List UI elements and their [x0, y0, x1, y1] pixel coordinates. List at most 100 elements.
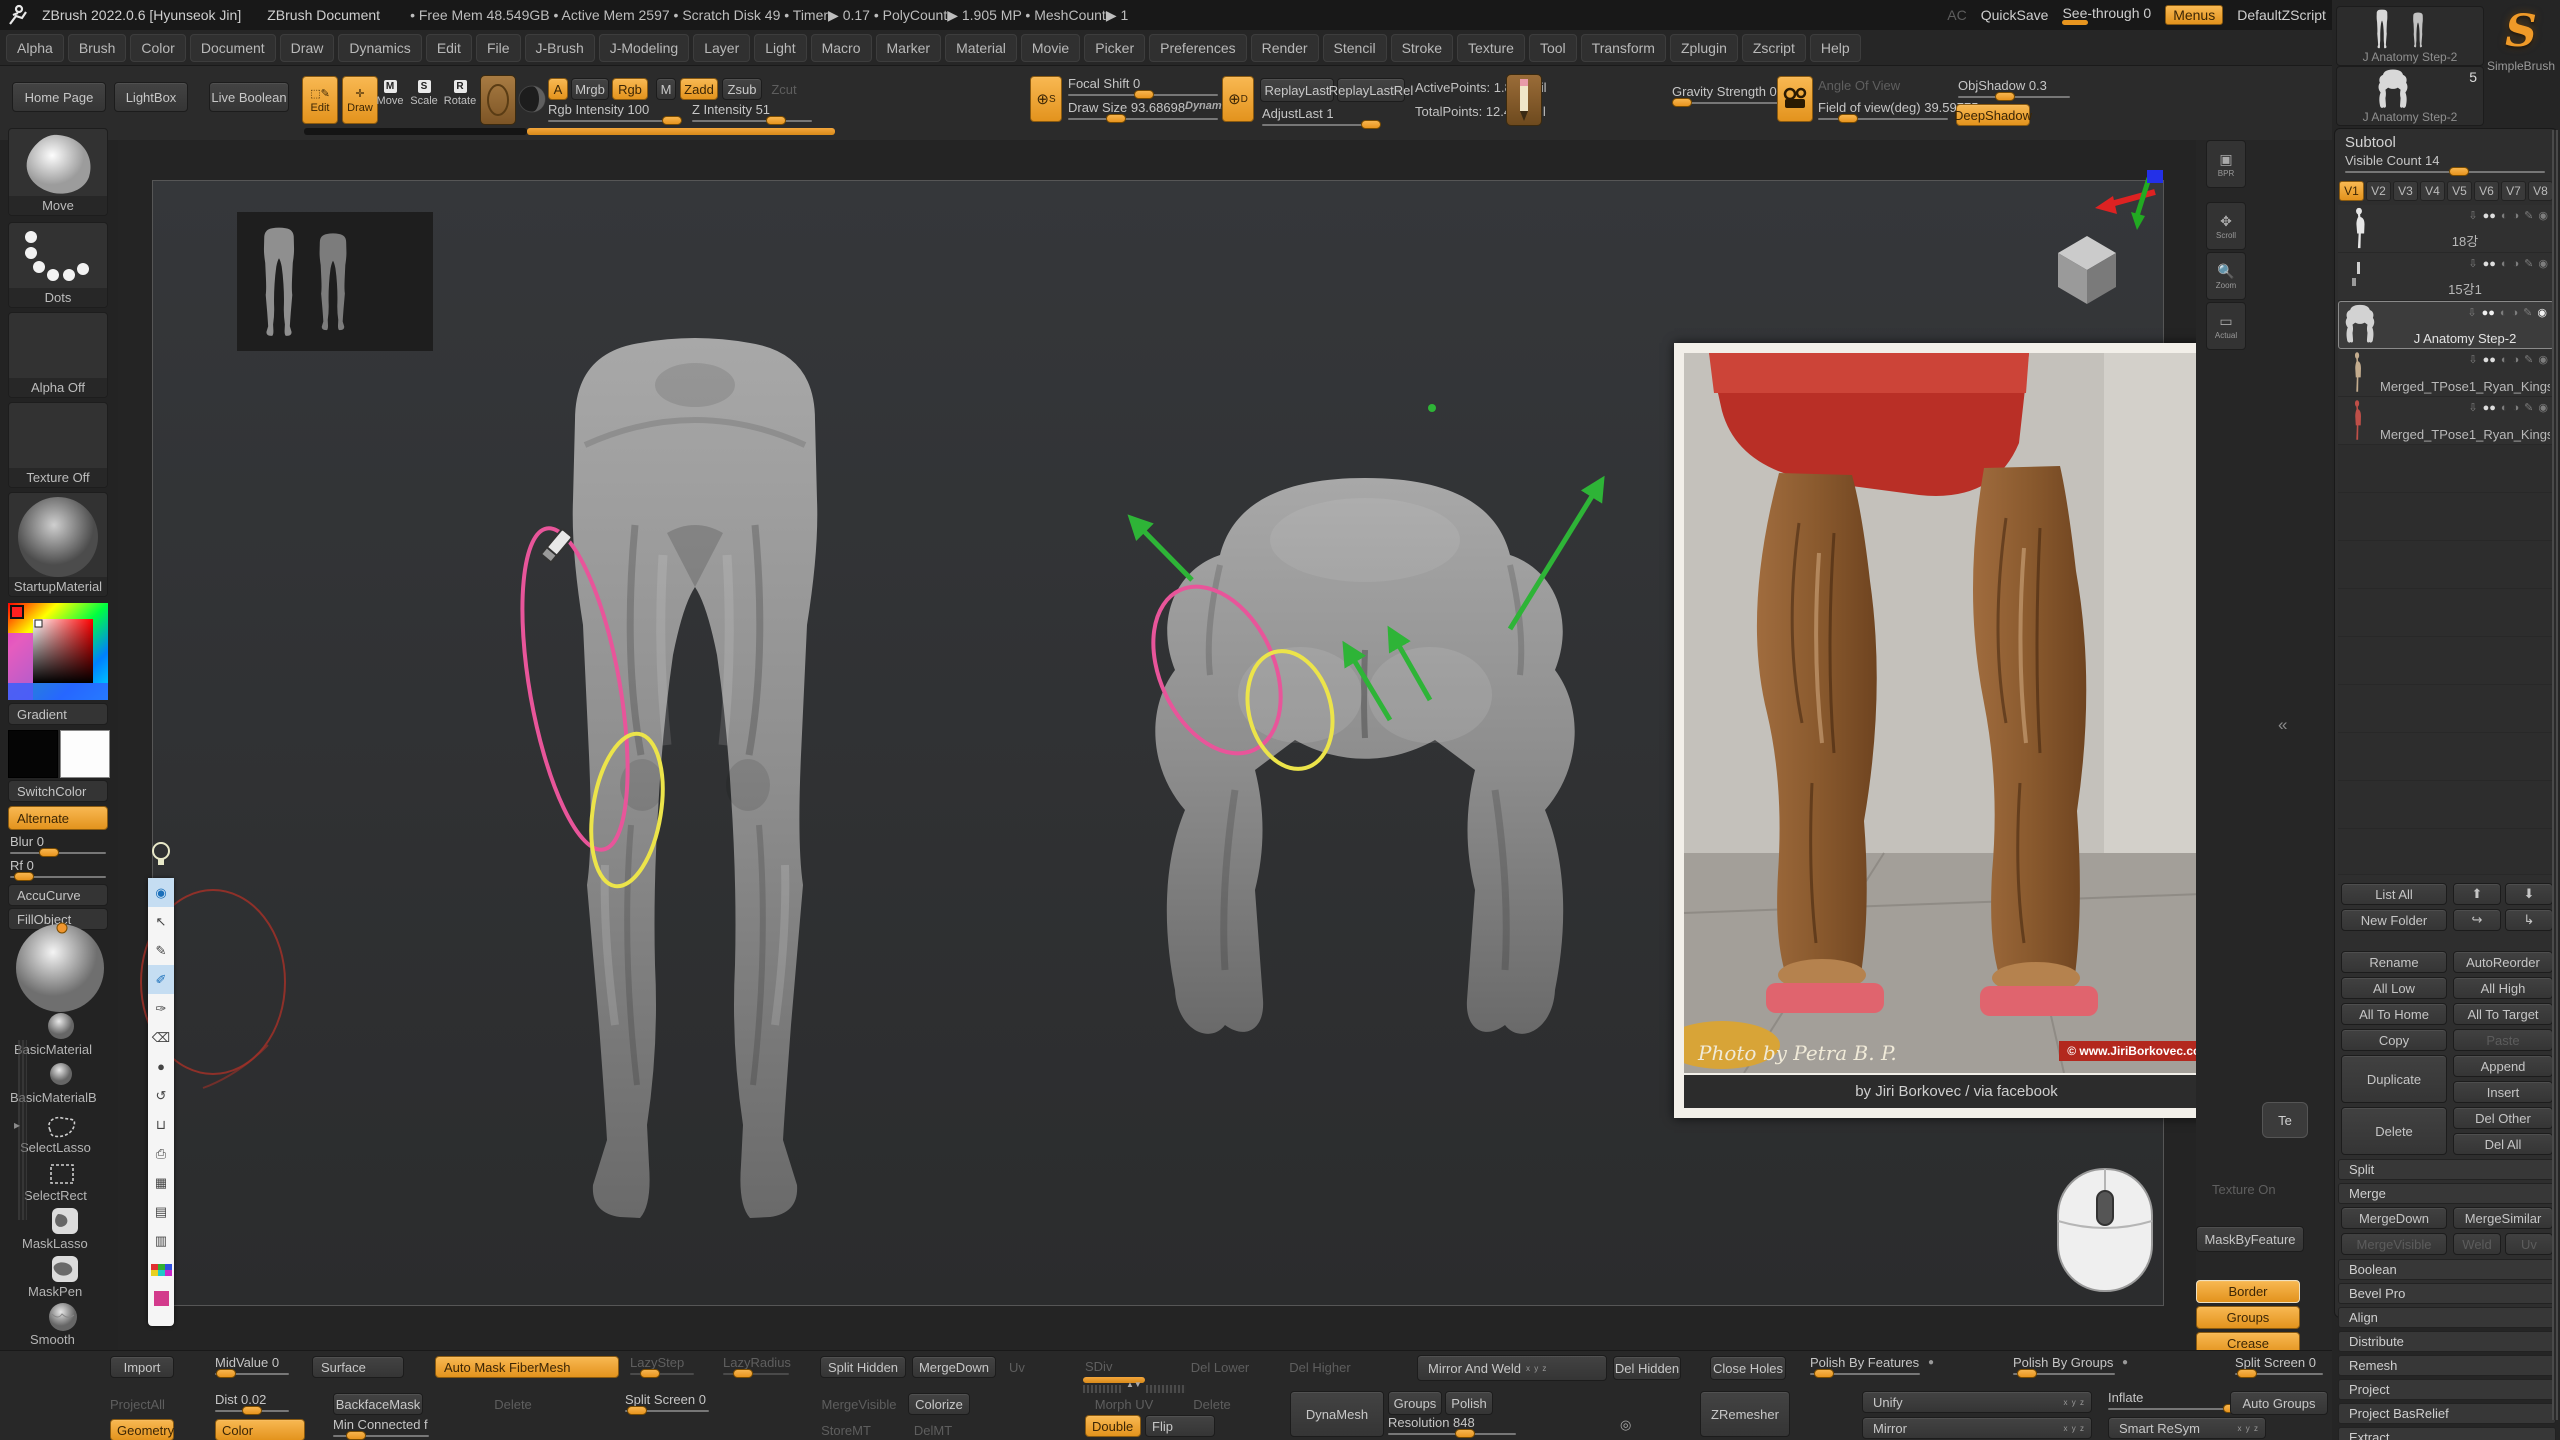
- gravity-strength-slider[interactable]: Gravity Strength 0: [1672, 84, 1794, 104]
- colorize-button[interactable]: Colorize: [908, 1393, 970, 1415]
- polish-features-dot-icon[interactable]: ●: [1928, 1357, 1934, 1368]
- section-distribute[interactable]: Distribute: [2338, 1331, 2556, 1352]
- brush-picker-move[interactable]: Move: [8, 128, 108, 216]
- subtool-title[interactable]: Subtool: [2345, 134, 2396, 151]
- bpr-render-button[interactable]: ▣BPR: [2206, 140, 2246, 188]
- section-project-basrelief[interactable]: Project BasRelief: [2338, 1403, 2556, 1424]
- zsub-button[interactable]: Zsub: [722, 78, 762, 100]
- shaded-icon[interactable]: ◐: [2501, 210, 2508, 222]
- menu-draw[interactable]: Draw: [280, 34, 335, 62]
- pair-visibility-icon[interactable]: ●●: [2483, 210, 2496, 222]
- subtool-row-empty[interactable]: [2338, 637, 2554, 685]
- eraser-icon[interactable]: ⌫: [148, 1023, 174, 1052]
- backface-mask-button[interactable]: BackfaceMask: [333, 1393, 423, 1415]
- section-merge[interactable]: Merge: [2338, 1183, 2556, 1204]
- paint-icon[interactable]: ✎: [2524, 209, 2533, 222]
- secondary-color-swatch[interactable]: [60, 730, 110, 778]
- switch-color-button[interactable]: SwitchColor: [8, 780, 108, 802]
- live-boolean-button[interactable]: Live Boolean: [209, 82, 289, 112]
- menu-dynamics[interactable]: Dynamics: [338, 34, 421, 62]
- channel-mrgb-button[interactable]: Mrgb: [571, 78, 609, 100]
- menu-render[interactable]: Render: [1251, 34, 1319, 62]
- floating-panel-stub[interactable]: Te: [2262, 1102, 2308, 1138]
- menu-tool[interactable]: Tool: [1529, 34, 1577, 62]
- sdiv-scroll-arrows[interactable]: ▲▼: [1126, 1380, 1142, 1389]
- new-folder-button[interactable]: New Folder: [2341, 909, 2447, 931]
- section-extract[interactable]: Extract: [2338, 1427, 2556, 1440]
- menu-preferences[interactable]: Preferences: [1149, 34, 1246, 62]
- field-of-view-slider[interactable]: Field of view(deg) 39.59775: [1818, 100, 1948, 120]
- all-high-button[interactable]: All High: [2453, 977, 2553, 999]
- del-all-button[interactable]: Del All: [2453, 1133, 2553, 1155]
- menu-stroke[interactable]: Stroke: [1391, 34, 1453, 62]
- channel-m-button[interactable]: M: [656, 78, 676, 100]
- tool-slot-1[interactable]: J Anatomy Step-2: [2336, 6, 2484, 66]
- lazy-step-slider[interactable]: LazyStep: [630, 1355, 694, 1375]
- pen-add-icon[interactable]: ✎: [148, 936, 174, 965]
- select-rect-label[interactable]: SelectRect: [24, 1188, 87, 1203]
- flip-button[interactable]: Flip: [1145, 1415, 1215, 1437]
- del-other-button[interactable]: Del Other: [2453, 1107, 2553, 1129]
- tab-v6[interactable]: V6: [2474, 181, 2499, 201]
- resolution-slider[interactable]: Resolution 848: [1388, 1415, 1516, 1435]
- menu-file[interactable]: File: [476, 34, 521, 62]
- see-through-slider[interactable]: See-through 0: [2062, 5, 2151, 25]
- rename-button[interactable]: Rename: [2341, 951, 2447, 973]
- subtool-row-4[interactable]: ⇩●●◐◑✎◉ Merged_TPose1_Ryan_Kingslien: [2338, 349, 2554, 397]
- section-remesh[interactable]: Remesh: [2338, 1355, 2556, 1376]
- polish-by-features-slider[interactable]: Polish By Features: [1810, 1355, 1920, 1375]
- subtool-row-3-selected[interactable]: ⇩●●◐◑✎◉ J Anatomy Step-2: [2338, 301, 2554, 349]
- move-up-button[interactable]: ⬆: [2453, 883, 2501, 905]
- menu-jbrush[interactable]: J-Brush: [525, 34, 595, 62]
- duplicate-button[interactable]: Duplicate: [2341, 1055, 2447, 1103]
- dynamesh-button[interactable]: DynaMesh: [1290, 1391, 1384, 1437]
- select-rect-icon[interactable]: [48, 1162, 76, 1191]
- auto-mask-fibermesh-button[interactable]: Auto Mask FiberMesh: [435, 1356, 619, 1378]
- geometry-button[interactable]: Geometry: [110, 1419, 174, 1440]
- menu-movie[interactable]: Movie: [1021, 34, 1080, 62]
- uv-button[interactable]: Uv: [2505, 1233, 2553, 1255]
- menu-color[interactable]: Color: [130, 34, 185, 62]
- menu-zscript[interactable]: Zscript: [1742, 34, 1806, 62]
- subtool-row-empty[interactable]: [2338, 829, 2554, 875]
- move-out-folder-button[interactable]: ↳: [2505, 909, 2553, 931]
- mask-pen-label[interactable]: MaskPen: [28, 1284, 82, 1299]
- midvalue-slider[interactable]: MidValue 0: [215, 1355, 289, 1375]
- split-hidden-button[interactable]: Split Hidden: [820, 1356, 906, 1378]
- texture-on-label[interactable]: Texture On: [2212, 1182, 2276, 1197]
- merge-similar-button[interactable]: MergeSimilar: [2453, 1207, 2553, 1229]
- lightbox-button[interactable]: LightBox: [114, 82, 188, 112]
- contrast-icon[interactable]: ◑: [2513, 210, 2520, 222]
- eye-icon-active[interactable]: ◉: [2537, 306, 2547, 319]
- menu-texture[interactable]: Texture: [1457, 34, 1525, 62]
- paste-button[interactable]: Paste: [2453, 1029, 2553, 1051]
- menu-alpha[interactable]: Alpha: [6, 34, 64, 62]
- axis-compass-icon[interactable]: [2093, 170, 2165, 232]
- surface-button[interactable]: Surface: [312, 1356, 404, 1378]
- dist-slider[interactable]: Dist 0.02: [215, 1392, 289, 1412]
- subtool-row-empty[interactable]: [2338, 733, 2554, 781]
- subtool-row-empty[interactable]: [2338, 781, 2554, 829]
- inflate-slider[interactable]: Inflate: [2108, 1390, 2248, 1410]
- all-to-home-button[interactable]: All To Home: [2341, 1003, 2447, 1025]
- unify-button[interactable]: Unifyx y z: [1862, 1391, 2092, 1413]
- select-lasso-label[interactable]: SelectLasso: [20, 1140, 91, 1155]
- subtool-row-empty[interactable]: [2338, 541, 2554, 589]
- right-tray-divider-handle[interactable]: «: [2278, 715, 2287, 735]
- mask-lasso-label[interactable]: MaskLasso: [22, 1236, 88, 1251]
- menu-zplugin[interactable]: Zplugin: [1670, 34, 1738, 62]
- section-project[interactable]: Project: [2338, 1379, 2556, 1400]
- ruler-pen-icon[interactable]: ✑: [148, 994, 174, 1023]
- move-button[interactable]: MMove: [374, 80, 406, 107]
- sdiv-slider-label[interactable]: SDiv: [1085, 1359, 1112, 1374]
- printer-icon[interactable]: ⎙: [148, 1139, 174, 1168]
- channel-a-button[interactable]: A: [548, 78, 568, 100]
- bottom-merge-down-button[interactable]: MergeDown: [912, 1356, 996, 1378]
- tab-v1[interactable]: V1: [2339, 181, 2364, 201]
- cursor-arrow-icon[interactable]: ↖: [148, 907, 174, 936]
- mask-by-feature-button[interactable]: MaskByFeature: [2196, 1226, 2304, 1252]
- bottom-merge-visible-button[interactable]: MergeVisible: [815, 1393, 903, 1415]
- stroke-picker-dots[interactable]: Dots: [8, 222, 108, 308]
- tab-v7[interactable]: V7: [2501, 181, 2526, 201]
- replay-last-rel-button[interactable]: ReplayLastRel: [1337, 78, 1405, 102]
